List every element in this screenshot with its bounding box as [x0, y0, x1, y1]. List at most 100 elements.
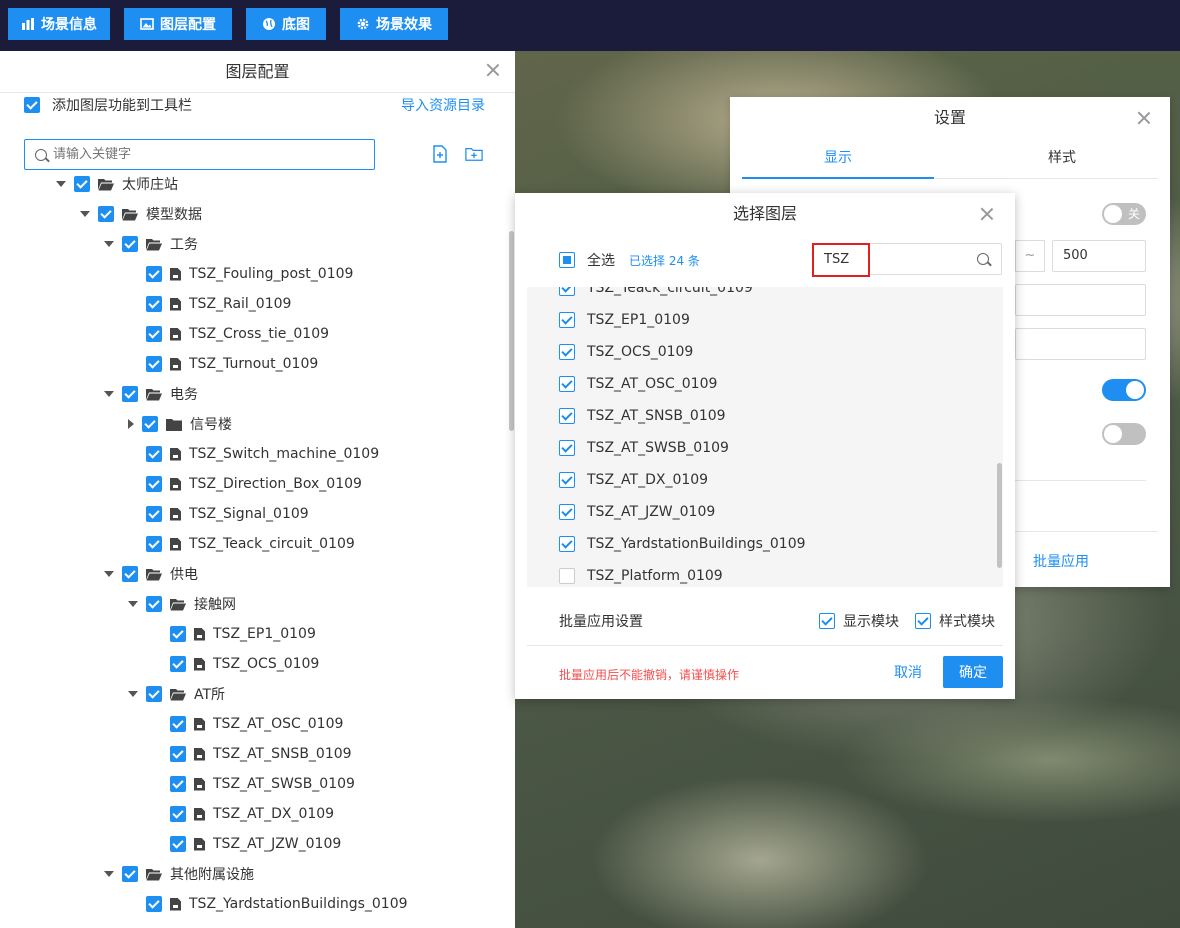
layer-select-checkbox[interactable] — [559, 504, 575, 520]
tree-file-node[interactable]: TSZ_Teack_circuit_0109 — [128, 529, 355, 559]
settings-field-2[interactable] — [1015, 328, 1146, 360]
cancel-button[interactable]: 取消 — [883, 656, 933, 688]
add-folder-icon[interactable] — [465, 145, 483, 163]
layer-select-item[interactable]: TSZ_EP1_0109 — [559, 309, 690, 331]
layer-select-checkbox[interactable] — [559, 472, 575, 488]
layer-select-checkbox[interactable] — [559, 344, 575, 360]
tree-node-checkbox[interactable] — [170, 746, 186, 762]
tree-node-checkbox[interactable] — [146, 296, 162, 312]
expand-arrow-icon[interactable] — [104, 571, 114, 577]
tree-node-checkbox[interactable] — [146, 896, 162, 912]
tree-file-node[interactable]: TSZ_AT_JZW_0109 — [152, 829, 341, 859]
layer-select-checkbox[interactable] — [559, 536, 575, 552]
tree-node-checkbox[interactable] — [170, 836, 186, 852]
layer-select-checkbox[interactable] — [559, 440, 575, 456]
tree-folder-node[interactable]: 信号楼 — [128, 409, 232, 439]
tree-file-node[interactable]: TSZ_AT_SWSB_0109 — [152, 769, 355, 799]
scene-effect-button[interactable]: 场景效果 — [340, 8, 448, 40]
tree-node-checkbox[interactable] — [146, 536, 162, 552]
expand-arrow-icon[interactable] — [128, 601, 138, 607]
tree-file-node[interactable]: TSZ_Cross_tie_0109 — [128, 319, 329, 349]
tree-node-checkbox[interactable] — [146, 596, 162, 612]
tree-file-node[interactable]: TSZ_YardstationBuildings_0109 — [128, 889, 408, 919]
expand-arrow-icon[interactable] — [104, 241, 114, 247]
tree-file-node[interactable]: TSZ_Direction_Box_0109 — [128, 469, 362, 499]
tree-file-node[interactable]: TSZ_EP1_0109 — [152, 619, 316, 649]
display-module-checkbox[interactable] — [819, 613, 835, 629]
tree-folder-node[interactable]: 工务 — [104, 229, 198, 259]
toggle-1[interactable] — [1102, 379, 1146, 401]
tree-node-checkbox[interactable] — [170, 626, 186, 642]
layer-select-item[interactable]: TSZ_Teack_circuit_0109 — [559, 287, 753, 299]
tree-node-checkbox[interactable] — [170, 776, 186, 792]
tree-folder-node[interactable]: 其他附属设施 — [104, 859, 254, 889]
layer-select-checkbox[interactable] — [559, 408, 575, 424]
layer-config-button[interactable]: 图层配置 — [124, 8, 232, 40]
tree-node-checkbox[interactable] — [146, 476, 162, 492]
expand-arrow-icon[interactable] — [80, 211, 90, 217]
tree-node-checkbox[interactable] — [146, 356, 162, 372]
layer-select-item[interactable]: TSZ_Platform_0109 — [559, 565, 723, 587]
tree-node-checkbox[interactable] — [146, 686, 162, 702]
search-icon[interactable] — [977, 253, 989, 265]
tree-node-checkbox[interactable] — [122, 566, 138, 582]
visibility-toggle[interactable]: 关 — [1102, 203, 1146, 225]
layer-select-item[interactable]: TSZ_AT_JZW_0109 — [559, 501, 715, 523]
tree-file-node[interactable]: TSZ_Switch_machine_0109 — [128, 439, 379, 469]
settings-field-1[interactable] — [1015, 284, 1146, 316]
toggle-2[interactable] — [1102, 423, 1146, 445]
close-icon[interactable] — [979, 206, 995, 222]
tree-file-node[interactable]: TSZ_AT_SNSB_0109 — [152, 739, 352, 769]
layer-search-box[interactable] — [24, 139, 375, 170]
scene-info-button[interactable]: 场景信息 — [8, 8, 110, 40]
layer-search-input[interactable] — [53, 147, 353, 162]
range-max-input[interactable]: 500 — [1052, 240, 1146, 272]
tree-file-node[interactable]: TSZ_Fouling_post_0109 — [128, 259, 353, 289]
display-module-option[interactable]: 显示模块 — [819, 611, 899, 631]
layer-select-item[interactable]: TSZ_AT_OSC_0109 — [559, 373, 717, 395]
tree-file-node[interactable]: TSZ_AT_OSC_0109 — [152, 709, 343, 739]
list-scrollbar[interactable] — [997, 463, 1002, 568]
expand-arrow-icon[interactable] — [128, 691, 138, 697]
expand-arrow-icon[interactable] — [104, 871, 114, 877]
layer-select-item[interactable]: TSZ_YardstationBuildings_0109 — [559, 533, 806, 555]
tab-display[interactable]: 显示 — [742, 139, 934, 179]
tree-node-checkbox[interactable] — [142, 416, 158, 432]
layer-select-item[interactable]: TSZ_AT_SNSB_0109 — [559, 405, 726, 427]
tree-node-checkbox[interactable] — [170, 656, 186, 672]
tree-file-node[interactable]: TSZ_OCS_0109 — [152, 649, 319, 679]
basemap-button[interactable]: 底图 — [246, 8, 326, 40]
tree-node-checkbox[interactable] — [122, 236, 138, 252]
layer-select-checkbox[interactable] — [559, 312, 575, 328]
tree-folder-node[interactable]: AT所 — [128, 679, 225, 709]
confirm-button[interactable]: 确定 — [943, 656, 1003, 688]
layer-select-checkbox[interactable] — [559, 376, 575, 392]
tree-node-checkbox[interactable] — [98, 206, 114, 222]
tree-folder-node[interactable]: 供电 — [104, 559, 198, 589]
layer-select-checkbox[interactable] — [559, 568, 575, 584]
import-resource-link[interactable]: 导入资源目录 — [401, 95, 485, 115]
tree-folder-node[interactable]: 电务 — [104, 379, 198, 409]
tree-folder-node[interactable]: 模型数据 — [80, 199, 202, 229]
add-to-toolbar-checkbox[interactable] — [24, 97, 40, 113]
tree-node-checkbox[interactable] — [170, 716, 186, 732]
tree-node-checkbox[interactable] — [146, 266, 162, 282]
style-module-option[interactable]: 样式模块 — [915, 611, 995, 631]
tree-file-node[interactable]: TSZ_Turnout_0109 — [128, 349, 318, 379]
layer-select-item[interactable]: TSZ_AT_DX_0109 — [559, 469, 708, 491]
layer-select-checkbox[interactable] — [559, 287, 575, 296]
tree-file-node[interactable]: TSZ_Rail_0109 — [128, 289, 291, 319]
tree-node-checkbox[interactable] — [74, 176, 90, 192]
expand-arrow-icon[interactable] — [56, 181, 66, 187]
tree-node-checkbox[interactable] — [122, 866, 138, 882]
layer-filter-input[interactable]: TSZ — [812, 243, 1002, 277]
tree-node-checkbox[interactable] — [170, 806, 186, 822]
add-file-icon[interactable] — [431, 145, 449, 163]
tree-file-node[interactable]: TSZ_Signal_0109 — [128, 499, 309, 529]
tree-folder-node[interactable]: 接触网 — [128, 589, 236, 619]
tree-node-checkbox[interactable] — [122, 386, 138, 402]
tree-node-checkbox[interactable] — [146, 506, 162, 522]
search-value[interactable]: TSZ — [812, 243, 870, 277]
tree-node-checkbox[interactable] — [146, 446, 162, 462]
close-icon[interactable] — [1136, 110, 1152, 126]
